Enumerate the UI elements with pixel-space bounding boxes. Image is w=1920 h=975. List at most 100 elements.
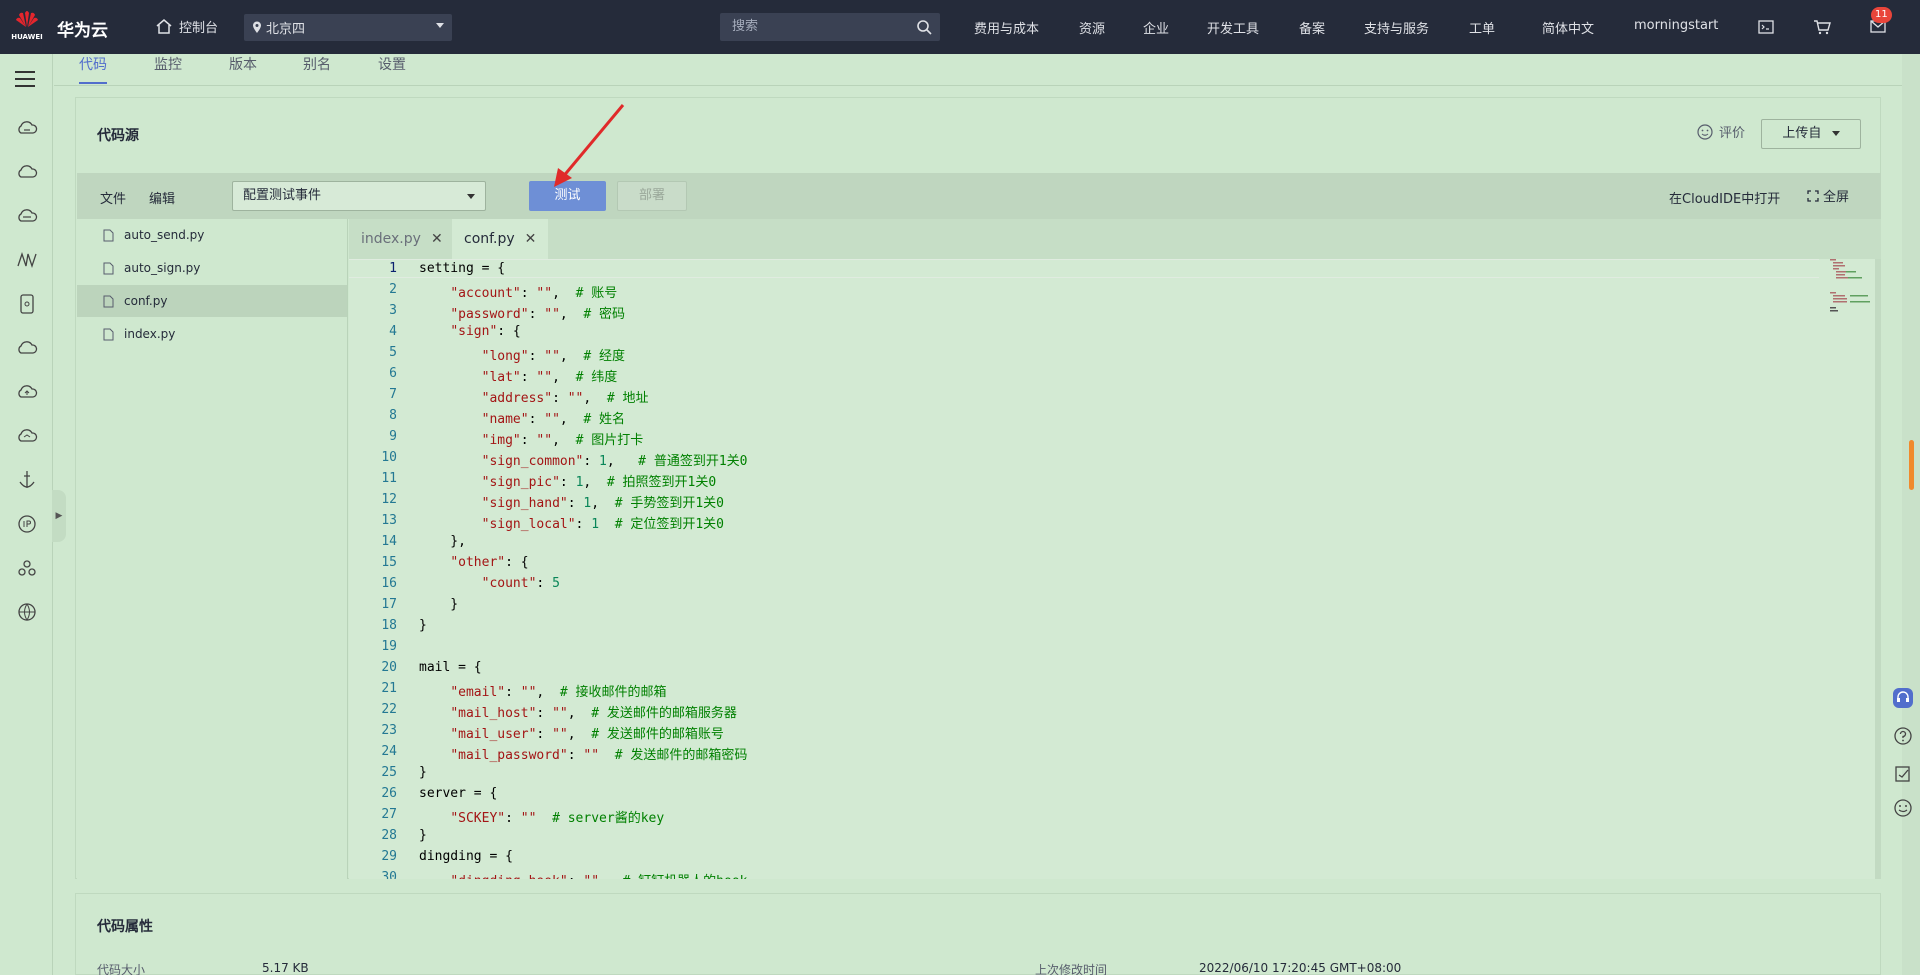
help-icon[interactable] [1893, 726, 1913, 746]
smile-feedback-icon[interactable] [1893, 798, 1913, 818]
nav-filing[interactable]: 备案 [1299, 18, 1325, 37]
code-line: } [419, 828, 427, 843]
file-item[interactable]: auto_send.py [77, 219, 347, 251]
cluster-icon[interactable] [15, 556, 39, 580]
line-number: 6 [389, 366, 397, 381]
nav-enterprise[interactable]: 企业 [1143, 18, 1169, 37]
close-icon[interactable]: ✕ [525, 231, 537, 247]
function-icon[interactable] [15, 248, 39, 272]
code-line: "img": "", # 图片打卡 [481, 433, 644, 448]
editor-tab-conf[interactable]: conf.py ✕ [452, 219, 549, 259]
line-number: 7 [389, 387, 397, 402]
code-line: "sign_pic": 1, # 拍照签到开1关0 [481, 475, 717, 490]
tab-alias[interactable]: 别名 [303, 54, 331, 74]
code-line: dingding = { [419, 849, 513, 864]
console-label: 控制台 [179, 21, 219, 36]
nav-ticket[interactable]: 工单 [1469, 18, 1495, 37]
headset-support-icon[interactable] [1893, 688, 1913, 708]
ip-icon[interactable] [15, 512, 39, 536]
line-number: 12 [381, 492, 397, 507]
line-number: 17 [381, 597, 397, 612]
floating-toolbar [1885, 688, 1920, 828]
anchor-icon[interactable] [15, 468, 39, 492]
code-line: "sign_hand": 1, # 手势签到开1关0 [481, 496, 724, 511]
code-line: }, [419, 534, 466, 549]
cloud-container-icon[interactable] [15, 336, 39, 360]
search-input[interactable]: 搜索 [720, 13, 940, 41]
nav-dev-tools[interactable]: 开发工具 [1207, 18, 1259, 37]
feedback-edit-icon[interactable] [1893, 764, 1913, 784]
line-number: 11 [381, 471, 397, 486]
region-select[interactable]: 北京四 [244, 14, 452, 41]
nav-language[interactable]: 简体中文 [1542, 18, 1594, 37]
page-scrollbar-thumb[interactable] [1909, 440, 1914, 490]
caret-down-icon [467, 194, 475, 199]
huawei-logo[interactable]: HUAWEI [10, 9, 44, 45]
fullscreen-button[interactable]: 全屏 [1807, 186, 1849, 205]
nav-username[interactable]: morningstart [1634, 18, 1718, 33]
code-size-label: 代码大小 [97, 963, 146, 975]
code-properties-panel: 代码属性 代码大小 5.17 KB 上次修改时间 2022/06/10 17:2… [75, 893, 1881, 975]
storage-icon[interactable] [15, 292, 39, 316]
tab-version[interactable]: 版本 [229, 54, 257, 74]
cloud-upload-icon[interactable] [15, 380, 39, 404]
database-icon[interactable] [15, 204, 39, 228]
test-event-select[interactable]: 配置测试事件 [232, 181, 486, 211]
brand-name[interactable]: 华为云 [57, 16, 108, 41]
code-editor: index.py ✕ conf.py ✕ 1 setting = {2 "acco… [349, 219, 1881, 879]
page-scrollbar[interactable] [1902, 54, 1920, 975]
notification-badge: 11 [1871, 7, 1892, 23]
line-number: 21 [381, 681, 397, 696]
file-item[interactable]: index.py [77, 318, 347, 350]
cloud-server-icon[interactable] [15, 116, 39, 140]
code-line: "lat": "", # 纬度 [481, 370, 618, 385]
cloud-network-icon[interactable] [15, 424, 39, 448]
editor-tab-index[interactable]: index.py ✕ [349, 219, 455, 259]
rate-button[interactable]: 评价 [1697, 122, 1745, 141]
current-line-highlight [349, 259, 1819, 278]
terminal-icon[interactable] [1758, 20, 1774, 34]
tab-monitor[interactable]: 监控 [154, 54, 182, 74]
rate-label: 评价 [1719, 126, 1746, 141]
code-line: } [419, 597, 459, 612]
line-number: 10 [381, 450, 397, 465]
sidebar-expand-handle[interactable]: ▶ [52, 490, 66, 542]
file-menu[interactable]: 文件 [100, 188, 126, 207]
cart-icon[interactable] [1813, 19, 1831, 35]
code-line: "SCKEY": "" # server酱的key [450, 811, 665, 826]
edit-menu[interactable]: 编辑 [149, 188, 175, 207]
code-line: mail = { [419, 660, 482, 675]
file-name: auto_sign.py [124, 261, 201, 275]
file-icon [103, 229, 114, 241]
code-source-title: 代码源 [97, 128, 139, 144]
minimap[interactable] [1826, 259, 1876, 329]
file-item[interactable]: auto_sign.py [77, 252, 347, 284]
code-area[interactable]: 1 setting = {2 "account": "", # 账号 3 "pass… [349, 259, 1881, 879]
line-number: 8 [389, 408, 397, 423]
line-number: 15 [381, 555, 397, 570]
code-line: "long": "", # 经度 [481, 349, 626, 364]
console-link[interactable]: 控制台 [155, 17, 218, 36]
code-line: setting = { [419, 261, 506, 276]
editor-tab-label: index.py [361, 231, 421, 247]
open-in-cloudide-link[interactable]: 在CloudIDE中打开 [1669, 188, 1780, 207]
line-number: 20 [381, 660, 397, 675]
tab-code[interactable]: 代码 [79, 54, 107, 84]
close-icon[interactable]: ✕ [431, 231, 443, 247]
globe-icon[interactable] [15, 600, 39, 624]
cloud-icon[interactable] [15, 160, 39, 184]
line-number: 13 [381, 513, 397, 528]
upload-from-dropdown[interactable]: 上传自 [1761, 119, 1861, 149]
editor-scrollbar[interactable] [1875, 259, 1881, 879]
code-line: "mail_password": "" # 发送邮件的邮箱密码 [450, 748, 748, 763]
last-modified-value: 2022/06/10 17:20:45 GMT+08:00 [1199, 961, 1402, 975]
tab-settings[interactable]: 设置 [378, 54, 406, 74]
menu-icon[interactable] [14, 70, 36, 88]
file-item-selected[interactable]: conf.py [77, 285, 347, 317]
nav-support[interactable]: 支持与服务 [1364, 18, 1429, 37]
nav-resources[interactable]: 资源 [1079, 18, 1105, 37]
line-number: 22 [381, 702, 397, 717]
test-event-label: 配置测试事件 [243, 188, 322, 203]
search-icon[interactable] [916, 19, 932, 35]
nav-cost[interactable]: 费用与成本 [974, 18, 1039, 37]
